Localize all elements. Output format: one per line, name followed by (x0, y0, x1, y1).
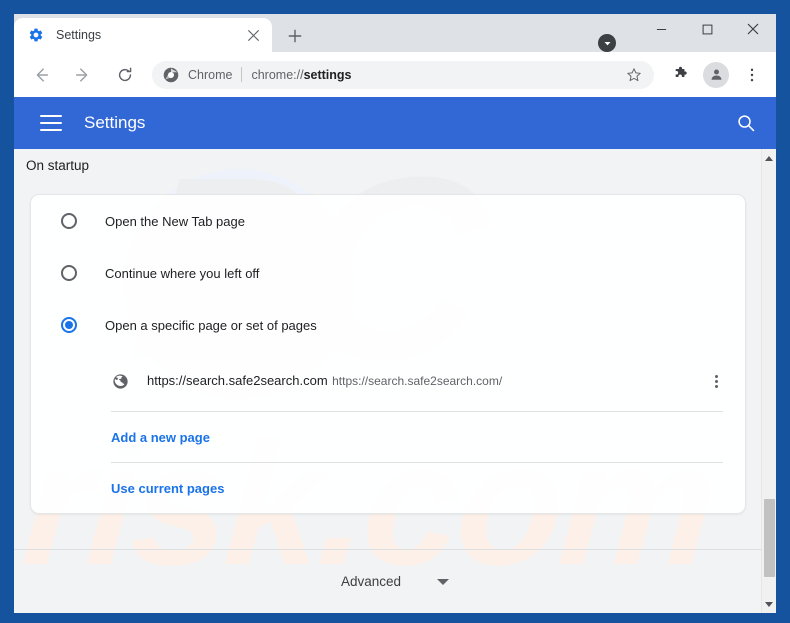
new-tab-button[interactable] (282, 23, 308, 49)
forward-button[interactable] (67, 59, 99, 91)
person-avatar-icon[interactable] (703, 61, 729, 88)
tab-strip: Settings (14, 14, 776, 52)
omnibox-url: chrome://settings (251, 68, 624, 82)
advanced-section-toggle[interactable]: Advanced (14, 549, 776, 613)
settings-scroll-area: On startup Open the New Tab page Continu… (14, 149, 776, 613)
close-icon[interactable] (244, 26, 262, 44)
scrollbar-thumb[interactable] (764, 499, 775, 577)
chrome-logo-icon (163, 67, 179, 83)
window-close-button[interactable] (730, 14, 776, 44)
page-title: Settings (84, 113, 146, 132)
browser-window: Settings Chrome chrome://settings Settin… (14, 14, 776, 613)
startup-option-label: Open the New Tab page (105, 213, 245, 229)
window-minimize-button[interactable] (638, 14, 684, 44)
omnibox-url-path: settings (303, 67, 352, 82)
window-caption-buttons (638, 14, 776, 52)
browser-toolbar: Chrome chrome://settings (14, 52, 776, 97)
section-title-on-startup: On startup (26, 158, 90, 173)
startup-option-label: Continue where you left off (105, 265, 260, 281)
link-label: Use current pages (111, 480, 225, 496)
startup-page-title: https://search.safe2search.com (147, 372, 328, 388)
three-dot-menu-icon[interactable] (737, 60, 767, 90)
use-current-pages-link[interactable]: Use current pages (31, 463, 745, 513)
omnibox-site-chip: Chrome (188, 67, 233, 82)
radio-button-selected[interactable] (61, 317, 77, 333)
startup-option-new-tab[interactable]: Open the New Tab page (31, 195, 745, 247)
search-icon[interactable] (734, 111, 758, 135)
reload-button[interactable] (109, 59, 141, 91)
omnibox-separator (241, 67, 243, 82)
download-chevron-icon[interactable] (598, 34, 616, 52)
tab-title: Settings (56, 28, 102, 42)
settings-page: Settings PC risk.com (14, 97, 776, 613)
startup-option-label: Open a specific page or set of pages (105, 317, 317, 333)
triangle-down-icon (765, 601, 773, 607)
omnibox-url-prefix: chrome:// (251, 67, 304, 82)
hamburger-menu-icon[interactable] (40, 115, 62, 131)
extensions-puzzle-icon[interactable] (665, 60, 695, 90)
startup-option-specific-pages[interactable]: Open a specific page or set of pages (31, 299, 745, 351)
advanced-label: Advanced (340, 574, 402, 589)
scroll-up-button[interactable] (762, 150, 776, 166)
startup-page-row[interactable]: https://search.safe2search.com https://s… (31, 351, 745, 411)
radio-button[interactable] (61, 265, 77, 281)
triangle-up-icon (765, 155, 773, 161)
startup-page-text: https://search.safe2search.com https://s… (147, 372, 705, 391)
add-new-page-link[interactable]: Add a new page (31, 412, 745, 462)
settings-header-bar: Settings (14, 97, 776, 149)
settings-gear-icon (28, 27, 44, 43)
back-button[interactable] (25, 59, 57, 91)
settings-content: PC risk.com On startup Open the New Tab … (14, 149, 776, 613)
browser-tab-settings[interactable]: Settings (14, 18, 272, 52)
scroll-down-button[interactable] (762, 596, 776, 612)
startup-option-continue[interactable]: Continue where you left off (31, 247, 745, 299)
vertical-scrollbar[interactable] (761, 149, 776, 613)
startup-page-subtitle: https://search.safe2search.com/ (332, 373, 503, 388)
on-startup-card: Open the New Tab page Continue where you… (30, 194, 746, 514)
link-label: Add a new page (111, 429, 210, 445)
chevron-down-icon (437, 578, 450, 585)
address-bar[interactable]: Chrome chrome://settings (152, 60, 654, 89)
browser-window-frame: Settings Chrome chrome://settings Settin… (0, 0, 790, 623)
star-icon[interactable] (624, 65, 644, 85)
globe-icon (111, 372, 129, 390)
window-maximize-button[interactable] (684, 14, 730, 44)
three-dot-menu-icon[interactable] (705, 370, 727, 392)
radio-button[interactable] (61, 213, 77, 229)
